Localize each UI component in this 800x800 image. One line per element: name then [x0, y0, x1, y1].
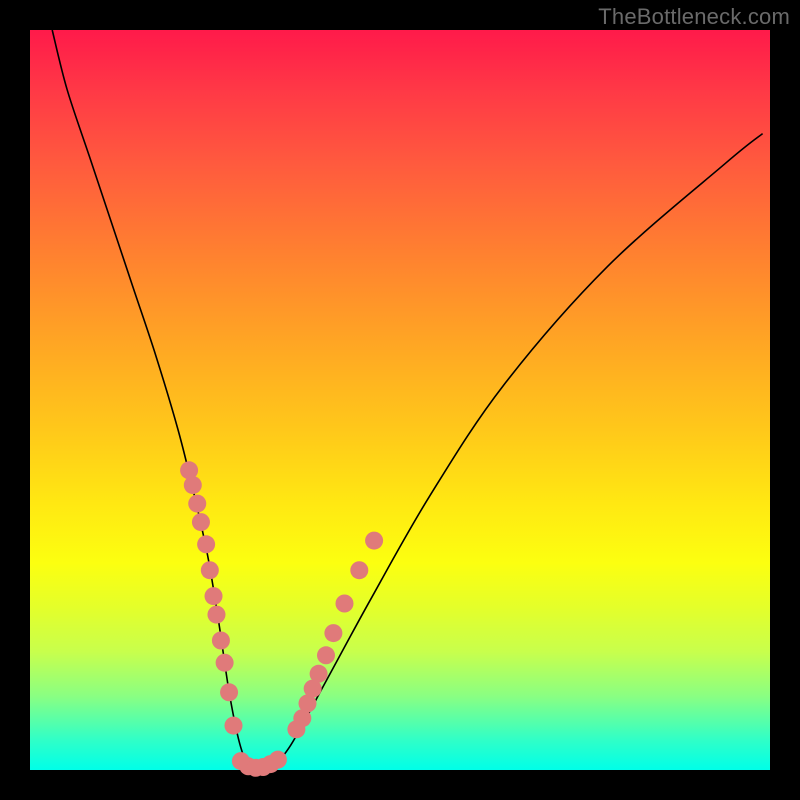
- marker-dot: [336, 595, 354, 613]
- marker-dot: [317, 646, 335, 664]
- marker-dot: [207, 606, 225, 624]
- marker-dot: [201, 561, 219, 579]
- marker-dot: [197, 535, 215, 553]
- plot-area: [30, 30, 770, 770]
- marker-dot: [184, 476, 202, 494]
- marker-dot: [324, 624, 342, 642]
- marker-dot: [205, 587, 223, 605]
- chart-frame: TheBottleneck.com: [0, 0, 800, 800]
- marker-points: [180, 461, 383, 776]
- bottleneck-curve: [52, 30, 762, 773]
- watermark-text: TheBottleneck.com: [598, 4, 790, 30]
- chart-svg: [30, 30, 770, 770]
- bottleneck-curve-path: [52, 30, 762, 773]
- marker-dot: [192, 513, 210, 531]
- marker-dot: [365, 532, 383, 550]
- marker-dot: [225, 717, 243, 735]
- marker-dot: [216, 654, 234, 672]
- marker-dot: [269, 751, 287, 769]
- marker-dot: [350, 561, 368, 579]
- marker-dot: [310, 665, 328, 683]
- marker-dot: [212, 632, 230, 650]
- marker-dot: [188, 495, 206, 513]
- marker-dot: [220, 683, 238, 701]
